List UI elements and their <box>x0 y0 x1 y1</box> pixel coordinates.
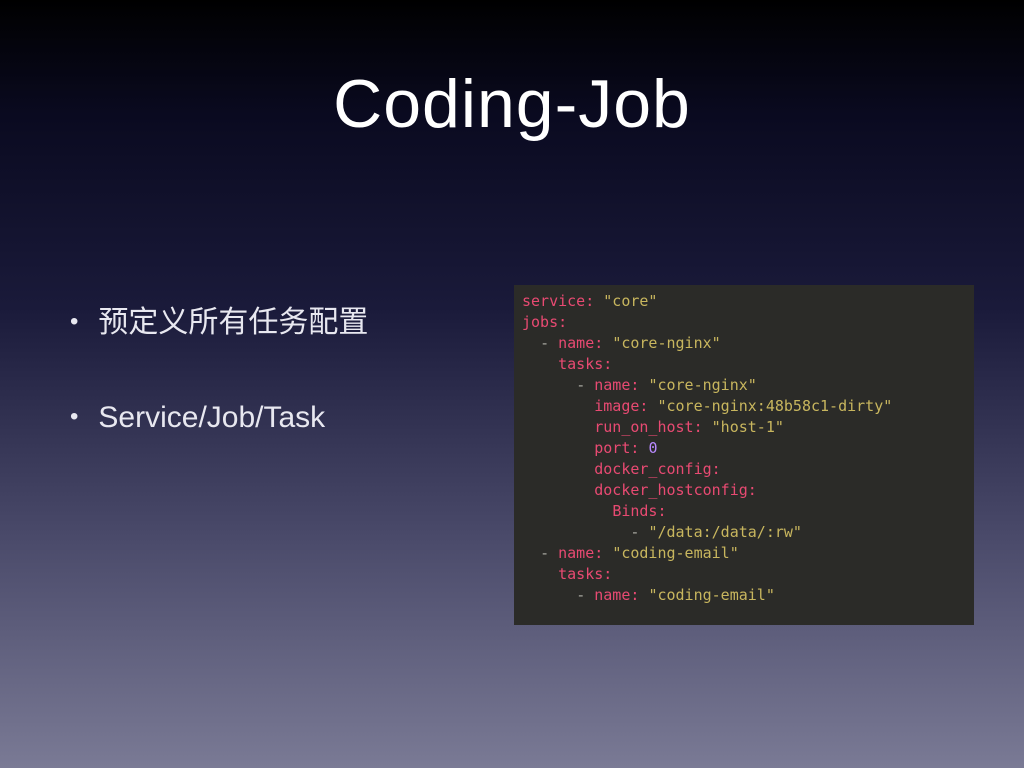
bullet-item: • Service/Job/Task <box>50 398 480 438</box>
bullet-text: Service/Job/Task <box>98 398 325 438</box>
code-line: service: "core" <box>522 291 966 312</box>
code-line: docker_hostconfig: <box>522 480 966 501</box>
code-line: - name: "core-nginx" <box>522 333 966 354</box>
code-line: port: 0 <box>522 438 966 459</box>
code-line: - name: "coding-email" <box>522 585 966 606</box>
code-line: Binds: <box>522 501 966 522</box>
code-line: run_on_host: "host-1" <box>522 417 966 438</box>
code-line: - "/data:/data/:rw" <box>522 522 966 543</box>
bullet-item: • 预定义所有任务配置 <box>50 303 480 343</box>
slide-title: Coding-Job <box>0 0 1024 143</box>
bullet-dot-icon: • <box>70 303 78 341</box>
code-line: image: "core-nginx:48b58c1-dirty" <box>522 396 966 417</box>
code-line: - name: "core-nginx" <box>522 375 966 396</box>
bullet-dot-icon: • <box>70 398 78 436</box>
code-line: tasks: <box>522 354 966 375</box>
code-line: tasks: <box>522 564 966 585</box>
code-line: jobs: <box>522 312 966 333</box>
code-line: docker_config: <box>522 459 966 480</box>
code-line: - name: "coding-email" <box>522 543 966 564</box>
bullet-list: • 预定义所有任务配置 • Service/Job/Task <box>50 263 480 493</box>
yaml-code-snippet: service: "core"jobs: - name: "core-nginx… <box>514 285 974 625</box>
bullet-text: 预定义所有任务配置 <box>98 303 368 343</box>
